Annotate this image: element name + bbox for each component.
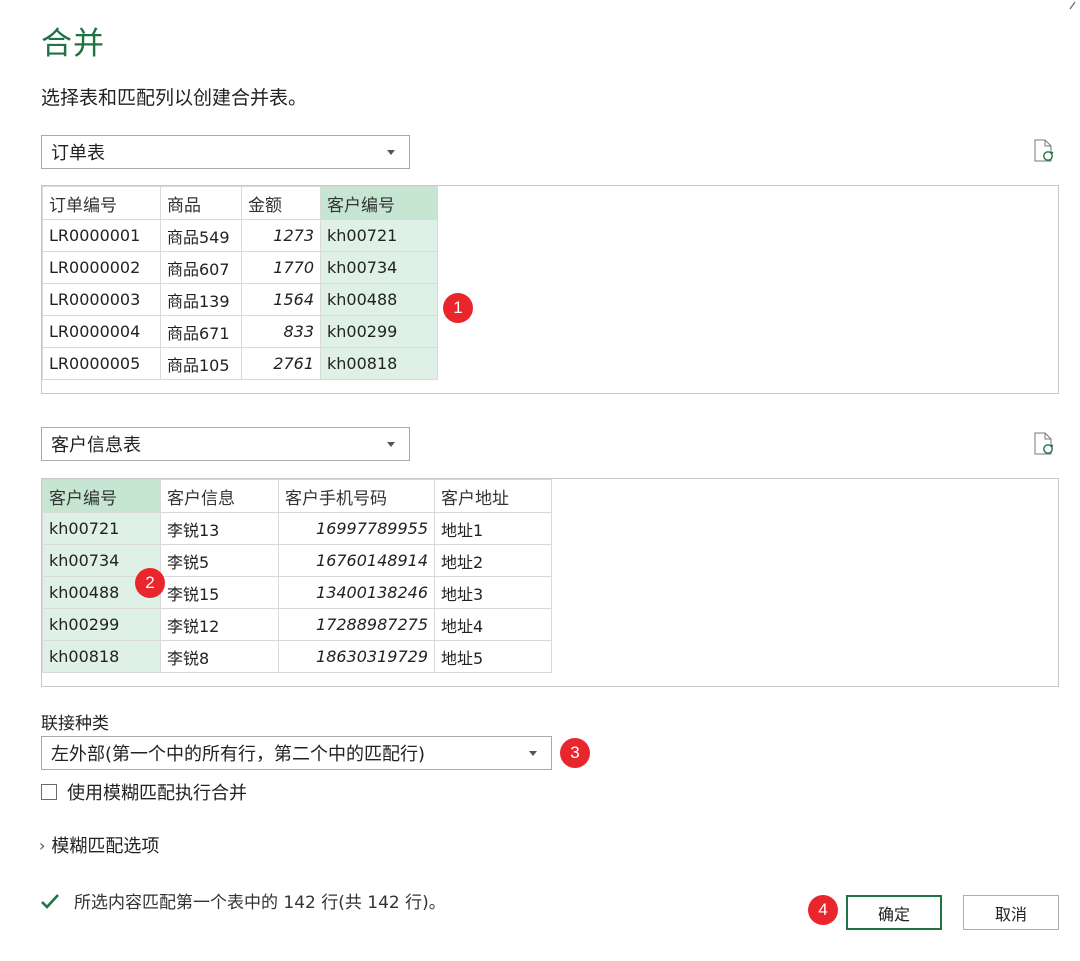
table-cell: 商品549 — [160, 219, 242, 252]
column-header[interactable]: 客户信息 — [160, 479, 279, 513]
table-row: kh00488 李锐15 13400138246 地址3 — [42, 576, 552, 609]
table-header-row: 客户编号 客户信息 客户手机号码 客户地址 — [42, 479, 552, 513]
table-row: kh00299 李锐12 17288987275 地址4 — [42, 608, 552, 641]
table-cell: 13400138246 — [278, 576, 435, 609]
table-cell: 商品105 — [160, 347, 242, 380]
second-table-select[interactable]: 客户信息表 — [41, 427, 410, 461]
table-cell: kh00299 — [42, 608, 161, 641]
step-badge-2: 2 — [135, 568, 165, 598]
column-header-selected[interactable]: 客户编号 — [42, 479, 161, 513]
join-kind-select[interactable]: 左外部(第一个中的所有行，第二个中的匹配行) — [41, 736, 552, 770]
second-table-select-value: 客户信息表 — [51, 435, 141, 456]
table-cell: LR0000002 — [42, 251, 161, 284]
table-cell: 2761 — [241, 347, 321, 380]
column-header[interactable]: 商品 — [160, 186, 242, 220]
table-cell: LR0000004 — [42, 315, 161, 348]
table-cell: 李锐13 — [160, 512, 279, 545]
table-cell: 地址3 — [434, 576, 552, 609]
first-table-select-value: 订单表 — [51, 143, 105, 164]
fuzzy-options-label: 模糊匹配选项 — [51, 836, 160, 857]
match-status-text: 所选内容匹配第一个表中的 142 行(共 142 行)。 — [74, 893, 446, 913]
dialog-title: 合并 — [41, 26, 105, 62]
second-table-grid: 客户编号 客户信息 客户手机号码 客户地址 kh00721 李锐13 16997… — [42, 479, 552, 673]
table-header-row: 订单编号 商品 金额 客户编号 — [42, 186, 438, 220]
table-row: kh00721 李锐13 16997789955 地址1 — [42, 512, 552, 545]
table-cell: 833 — [241, 315, 321, 348]
table-cell: 地址2 — [434, 544, 552, 577]
chevron-right-icon: › — [39, 835, 46, 855]
table-row: LR0000002 商品607 1770 kh00734 — [42, 251, 438, 284]
column-header-selected[interactable]: 客户编号 — [320, 186, 438, 220]
table-cell: 16997789955 — [278, 512, 435, 545]
step-badge-1: 1 — [443, 293, 473, 323]
table-cell: 商品139 — [160, 283, 242, 316]
table-cell: 16760148914 — [278, 544, 435, 577]
column-header[interactable]: 订单编号 — [42, 186, 161, 220]
chevron-down-icon — [387, 441, 395, 447]
ok-button[interactable]: 确定 — [846, 895, 942, 930]
table-cell: 李锐5 — [160, 544, 279, 577]
first-table-preview: 订单编号 商品 金额 客户编号 LR0000001 商品549 1273 kh0… — [41, 185, 1059, 394]
table-row: LR0000001 商品549 1273 kh00721 — [42, 219, 438, 252]
table-cell: kh00721 — [320, 219, 438, 252]
table-cell: 地址4 — [434, 608, 552, 641]
fuzzy-match-option: 使用模糊匹配执行合并 — [41, 779, 247, 805]
table-row: kh00818 李锐8 18630319729 地址5 — [42, 640, 552, 673]
fuzzy-match-checkbox[interactable] — [41, 784, 57, 800]
table-row: kh00734 李锐5 16760148914 地址2 — [42, 544, 552, 577]
table-cell: 商品607 — [160, 251, 242, 284]
step-badge-4: 4 — [808, 895, 838, 925]
refresh-preview-icon[interactable] — [1033, 432, 1055, 456]
table-cell: kh00734 — [320, 251, 438, 284]
column-header[interactable]: 金额 — [241, 186, 321, 220]
table-cell: 1770 — [241, 251, 321, 284]
join-kind-select-value: 左外部(第一个中的所有行，第二个中的匹配行) — [51, 744, 426, 765]
chevron-down-icon — [387, 149, 395, 155]
chevron-down-icon — [529, 750, 537, 756]
table-row: LR0000003 商品139 1564 kh00488 — [42, 283, 438, 316]
refresh-preview-icon[interactable] — [1033, 139, 1055, 163]
table-cell: kh00299 — [320, 315, 438, 348]
table-cell: 17288987275 — [278, 608, 435, 641]
table-cell: 18630319729 — [278, 640, 435, 673]
table-cell: 商品671 — [160, 315, 242, 348]
fuzzy-match-checkbox-label[interactable]: 使用模糊匹配执行合并 — [67, 779, 247, 805]
column-header[interactable]: 客户手机号码 — [278, 479, 435, 513]
checkmark-icon — [41, 893, 59, 909]
table-cell: 李锐12 — [160, 608, 279, 641]
table-cell: kh00721 — [42, 512, 161, 545]
table-cell: 李锐15 — [160, 576, 279, 609]
match-status: 所选内容匹配第一个表中的 142 行(共 142 行)。 — [40, 888, 446, 913]
table-cell: 1564 — [241, 283, 321, 316]
table-cell: LR0000001 — [42, 219, 161, 252]
table-row: LR0000005 商品105 2761 kh00818 — [42, 347, 438, 380]
join-kind-label: 联接种类 — [41, 714, 109, 734]
table-cell: kh00818 — [42, 640, 161, 673]
table-row: LR0000004 商品671 833 kh00299 — [42, 315, 438, 348]
table-cell: 1273 — [241, 219, 321, 252]
table-cell: 地址1 — [434, 512, 552, 545]
merge-dialog: 合并 选择表和匹配列以创建合并表。 订单表 订单编号 商品 金额 客户编号 LR… — [0, 0, 1080, 961]
dialog-subtitle: 选择表和匹配列以创建合并表。 — [41, 87, 308, 109]
column-header[interactable]: 客户地址 — [434, 479, 552, 513]
table-cell: 地址5 — [434, 640, 552, 673]
step-badge-3: 3 — [560, 738, 590, 768]
first-table-grid: 订单编号 商品 金额 客户编号 LR0000001 商品549 1273 kh0… — [42, 186, 438, 380]
corner-chevron-icon — [1069, 1, 1076, 10]
first-table-select[interactable]: 订单表 — [41, 135, 410, 169]
table-cell: kh00488 — [320, 283, 438, 316]
table-cell: LR0000005 — [42, 347, 161, 380]
cancel-button[interactable]: 取消 — [963, 895, 1059, 930]
fuzzy-options-expander[interactable]: › 模糊匹配选项 — [39, 832, 159, 858]
table-cell: 李锐8 — [160, 640, 279, 673]
second-table-preview: 客户编号 客户信息 客户手机号码 客户地址 kh00721 李锐13 16997… — [41, 478, 1059, 687]
table-cell: LR0000003 — [42, 283, 161, 316]
table-cell: kh00818 — [320, 347, 438, 380]
